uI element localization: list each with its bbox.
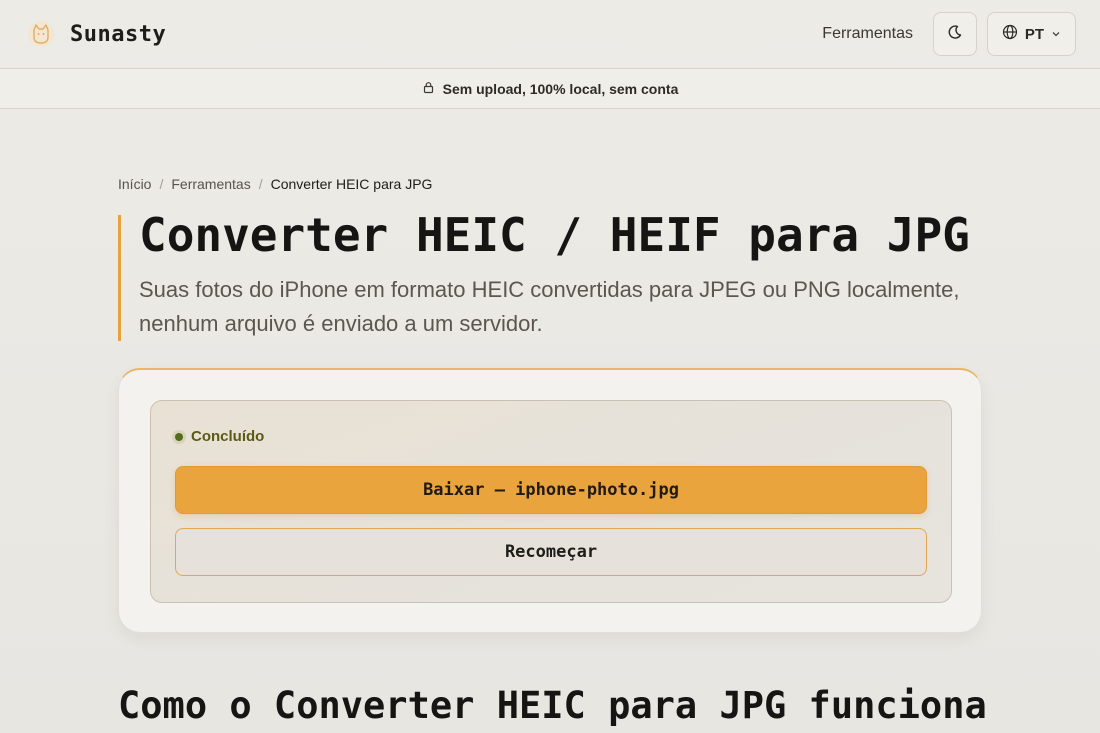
breadcrumb-current: Converter HEIC para JPG [270,176,433,192]
moon-icon [947,24,963,45]
lock-icon [422,81,435,97]
restart-button[interactable]: Recomeçar [175,528,927,576]
brand-name: Sunasty [70,21,167,47]
cat-logo-icon [26,19,56,49]
page-subtitle: Suas fotos do iPhone em formato HEIC con… [139,277,960,336]
result-panel: Concluído Baixar — iphone-photo.jpg Reco… [150,400,952,603]
breadcrumb-home[interactable]: Início [118,176,151,192]
breadcrumb-separator: / [258,176,263,192]
status-badge: Concluído [175,428,264,445]
breadcrumb-tools[interactable]: Ferramentas [171,176,250,192]
privacy-banner: Sem upload, 100% local, sem conta [0,68,1100,109]
language-select[interactable]: PT [987,12,1076,56]
language-label: PT [1024,25,1045,43]
chevron-down-icon [1051,26,1061,43]
status-label: Concluído [191,428,265,445]
nav-tools-link[interactable]: Ferramentas [822,25,913,43]
status-dot-icon [175,432,183,441]
breadcrumb-separator: / [159,176,164,192]
converter-card: Concluído Baixar — iphone-photo.jpg Reco… [118,368,982,633]
globe-icon [1002,24,1018,44]
download-button[interactable]: Baixar — iphone-photo.jpg [175,466,927,514]
privacy-banner-text: Sem upload, 100% local, sem conta [442,80,679,97]
top-bar: Sunasty Ferramentas PT [0,0,1100,68]
breadcrumb: Início / Ferramentas / Converter HEIC pa… [118,176,432,192]
brand-home-link[interactable]: Sunasty [26,19,166,49]
header-nav: Ferramentas PT [822,12,1076,56]
page-title: Converter HEIC / HEIF para JPG [139,208,970,262]
theme-toggle-button[interactable] [933,12,977,56]
title-block: Converter HEIC / HEIF para JPG Suas foto… [118,208,998,341]
how-it-works-heading: Como o Converter HEIC para JPG funciona [118,684,987,727]
